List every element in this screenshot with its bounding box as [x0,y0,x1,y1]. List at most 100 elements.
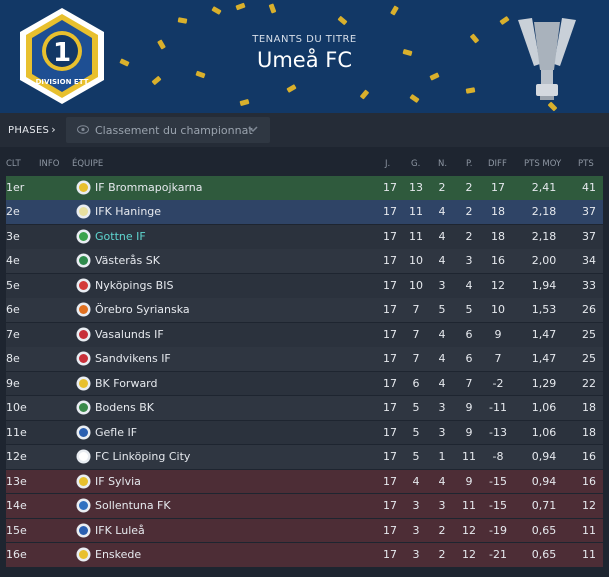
club-crest-icon [76,449,91,464]
table-row[interactable]: 1er 17 13 2 2 17 2,41 41 IF Brommapojkarna [6,176,603,200]
pts-avg-cell: 0,65 [531,523,557,537]
club-crest-icon [76,498,91,513]
table-row[interactable]: 7e 17 7 4 6 9 1,47 25 Vasalunds IF [6,322,603,347]
team-name-link[interactable]: Enskede [95,548,141,561]
position-cell: 13e [6,474,27,488]
lost-cell: 2 [465,205,473,219]
col-lost[interactable]: P. [466,159,473,169]
played-cell: 17 [383,278,397,292]
table-row[interactable]: 11e 17 5 3 9 -13 1,06 18 Gefle IF [6,420,603,445]
lost-cell: 9 [465,401,473,415]
table-row[interactable]: 16e 17 3 2 12 -21 0,65 11 Enskede [6,543,603,567]
drawn-cell: 2 [438,523,446,537]
team-name-link[interactable]: Västerås SK [95,254,160,267]
pts-avg-cell: 1,53 [531,303,557,317]
team-name-link[interactable]: Nyköpings BIS [95,279,173,292]
table-row[interactable]: 6e 17 7 5 5 10 1,53 26 Örebro Syrianska [6,298,603,323]
phases-label: PHASES [8,125,50,136]
team-name-link[interactable]: Örebro Syrianska [95,303,190,316]
team-name-link[interactable]: IF Sylvia [95,475,141,488]
drawn-cell: 3 [438,278,446,292]
trophy-icon [518,18,576,100]
club-crest-icon [76,547,91,562]
team-name-link[interactable]: Sandvikens IF [95,352,171,365]
table-row[interactable]: 4e 17 10 4 3 16 2,00 34 Västerås SK [6,249,603,274]
diff-cell: -19 [489,523,507,537]
lost-cell: 6 [465,352,473,366]
lost-cell: 9 [465,474,473,488]
drawn-cell: 4 [438,205,446,219]
drawn-cell: 4 [438,352,446,366]
team-name-link[interactable]: Bodens BK [95,401,154,414]
pts-avg-cell: 0,71 [531,499,557,513]
won-cell: 5 [412,425,420,439]
played-cell: 17 [383,254,397,268]
pts-avg-cell: 2,18 [531,205,557,219]
drawn-cell: 3 [438,401,446,415]
pts-avg-cell: 1,47 [531,327,557,341]
col-drawn[interactable]: N. [438,159,447,169]
pts-avg-cell: 0,65 [531,548,557,562]
pts-cell: 37 [582,205,596,219]
played-cell: 17 [383,401,397,415]
played-cell: 17 [383,303,397,317]
pts-avg-cell: 2,41 [531,181,557,194]
team-name-link[interactable]: Sollentuna FK [95,499,171,512]
pts-cell: 16 [582,450,596,464]
position-cell: 14e [6,499,27,513]
col-pts-avg[interactable]: PTS MOY [524,159,561,169]
table-row[interactable]: 5e 17 10 3 4 12 1,94 33 Nyköpings BIS [6,273,603,298]
table-row[interactable]: 15e 17 3 2 12 -19 0,65 11 IFK Luleå [6,518,603,543]
won-cell: 10 [409,254,423,268]
won-cell: 10 [409,278,423,292]
col-won[interactable]: G. [411,159,420,169]
col-pts[interactable]: PTS [578,159,594,169]
position-cell: 6e [6,303,20,317]
club-crest-icon [76,425,91,440]
col-team[interactable]: ÉQUIPE [72,159,103,169]
col-info[interactable]: INFO [39,159,59,169]
team-name-link[interactable]: BK Forward [95,377,158,390]
table-row[interactable]: 9e 17 6 4 7 -2 1,29 22 BK Forward [6,371,603,396]
won-cell: 11 [409,205,423,219]
table-row[interactable]: 14e 17 3 3 11 -15 0,71 12 Sollentuna FK [6,494,603,518]
table-row[interactable]: 10e 17 5 3 9 -11 1,06 18 Bodens BK [6,396,603,420]
position-cell: 1er [6,181,25,194]
chevron-down-icon [248,126,258,133]
position-cell: 7e [6,327,20,341]
diff-cell: 18 [491,205,505,219]
team-name-link[interactable]: IFK Luleå [95,524,145,537]
team-name-link[interactable]: Gottne IF [95,230,146,243]
club-crest-icon [76,302,91,317]
col-diff[interactable]: DIFF [488,159,507,169]
table-row[interactable]: 8e 17 7 4 6 7 1,47 25 Sandvikens IF [6,347,603,371]
drawn-cell: 3 [438,499,446,513]
diff-cell: 9 [494,327,502,341]
pts-cell: 12 [582,499,596,513]
table-row[interactable]: 12e 17 5 1 11 -8 0,94 16 FC Linköping City [6,445,603,469]
col-clt[interactable]: CLT [6,159,21,169]
drawn-cell: 4 [438,376,446,390]
table-row[interactable]: 3e 17 11 4 2 18 2,18 37 Gottne IF [6,224,603,249]
pts-avg-cell: 1,47 [531,352,557,366]
pts-cell: 22 [582,376,596,390]
team-name-link[interactable]: Vasalunds IF [95,328,164,341]
phases-menu[interactable]: PHASES › [8,123,56,136]
team-name-link[interactable]: Gefle IF [95,426,137,439]
club-crest-icon [76,376,91,391]
phase-dropdown[interactable]: Classement du championnat [66,117,270,143]
drawn-cell: 4 [438,254,446,268]
table-row[interactable]: 13e 17 4 4 9 -15 0,94 16 IF Sylvia [6,469,603,494]
team-name-link[interactable]: IF Brommapojkarna [95,181,203,194]
played-cell: 17 [383,474,397,488]
col-played[interactable]: J. [385,159,390,169]
lost-cell: 11 [462,450,476,464]
won-cell: 6 [412,376,420,390]
lost-cell: 12 [462,548,476,562]
drawn-cell: 2 [438,548,446,562]
team-name-link[interactable]: IFK Haninge [95,205,161,218]
played-cell: 17 [383,327,397,341]
team-name-link[interactable]: FC Linköping City [95,450,190,463]
badge-text: DIVISION ETT [36,78,89,86]
table-row[interactable]: 2e 17 11 4 2 18 2,18 37 IFK Haninge [6,200,603,225]
